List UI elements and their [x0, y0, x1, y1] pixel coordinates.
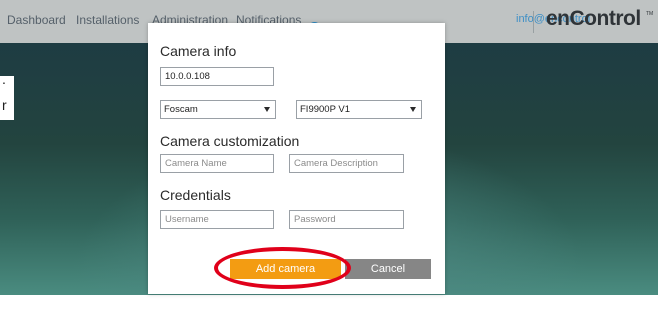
nav-dashboard[interactable]: Dashboard — [7, 13, 66, 27]
camera-model-select[interactable]: FI9900P V1 — [296, 100, 422, 119]
topbar-divider — [533, 11, 534, 33]
logo-trademark: TM — [646, 11, 654, 17]
camera-customization-heading: Camera customization — [160, 133, 300, 149]
add-camera-button[interactable]: Add camera — [230, 259, 341, 279]
camera-brand-select[interactable]: Foscam — [160, 100, 276, 119]
nav-installations[interactable]: Installations — [76, 13, 139, 27]
camera-ip-field[interactable] — [160, 67, 274, 86]
cancel-button[interactable]: Cancel — [345, 259, 431, 279]
hero-text-line-2: r — [2, 97, 7, 113]
chevron-down-icon — [264, 107, 270, 112]
camera-brand-value: Foscam — [164, 104, 198, 115]
username-field[interactable] — [160, 210, 274, 229]
camera-model-value: FI9900P V1 — [300, 104, 351, 115]
chevron-down-icon — [410, 107, 416, 112]
camera-name-field[interactable] — [160, 154, 274, 173]
hero-text-line-1: . — [2, 76, 6, 87]
camera-info-heading: Camera info — [160, 43, 237, 59]
camera-description-field[interactable] — [289, 154, 404, 173]
add-camera-dialog: Camera info Foscam FI9900P V1 Camera cus… — [148, 23, 445, 294]
encontrol-logo: enControl — [546, 7, 641, 30]
password-field[interactable] — [289, 210, 404, 229]
credentials-heading: Credentials — [160, 187, 231, 203]
hero-text-fragment: . r — [0, 76, 14, 120]
